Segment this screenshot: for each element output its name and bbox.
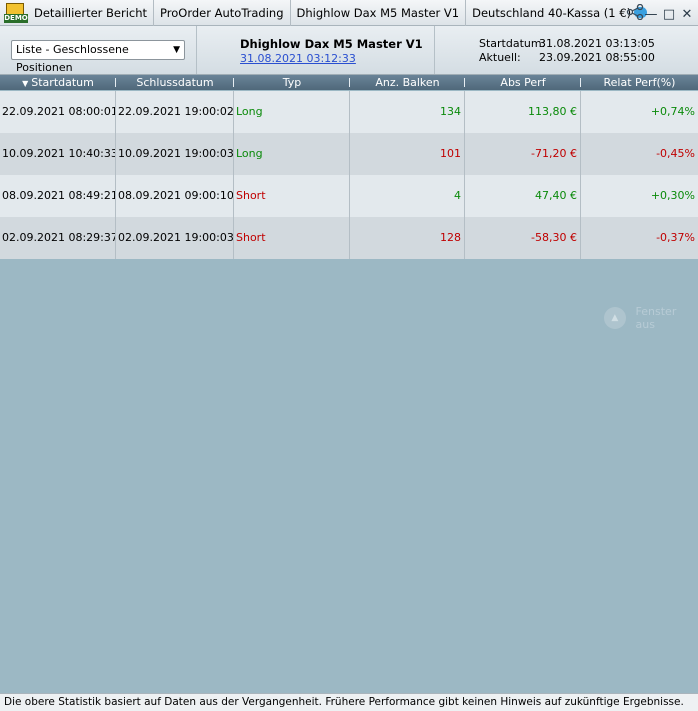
current-date-label: Aktuell: bbox=[479, 51, 521, 64]
cell-type: Short bbox=[234, 175, 350, 217]
tab-label: Dhighlow Dax M5 Master V1 bbox=[296, 5, 460, 20]
cell-bars: 4 bbox=[350, 175, 465, 217]
demo-icon: DEMO bbox=[4, 2, 28, 24]
sort-desc-icon: ▼ bbox=[22, 79, 29, 88]
window-controls: — □ ✕ bbox=[626, 3, 694, 25]
column-header-start[interactable]: ▼ Startdatum bbox=[0, 75, 116, 90]
chevron-down-icon: ▼ bbox=[173, 45, 180, 55]
title-bar: DEMO Detaillierter Bericht ProOrder Auto… bbox=[0, 0, 698, 26]
cell-rel-perf: +0,30% bbox=[650, 189, 695, 202]
list-type-value: Liste - Geschlossene Positionen bbox=[16, 43, 129, 74]
table-row[interactable]: 22.09.2021 08:00:01 22.09.2021 19:00:02 … bbox=[0, 91, 698, 133]
tab-proorder-autotrading[interactable]: ProOrder AutoTrading bbox=[154, 0, 291, 26]
positions-table: 22.09.2021 08:00:01 22.09.2021 19:00:02 … bbox=[0, 91, 698, 259]
cell-rel-perf: -0,37% bbox=[656, 231, 695, 244]
report-header: Liste - Geschlossene Positionen ▼ Dhighl… bbox=[0, 26, 698, 75]
cell-bars: 128 bbox=[350, 217, 465, 259]
cell-rel-perf: -0,45% bbox=[656, 147, 695, 160]
column-header-rel-perf[interactable]: Relat Perf(%) bbox=[581, 75, 698, 90]
start-date-row: Startdatum:31.08.2021 03:13:05 bbox=[479, 37, 655, 50]
tab-label: ProOrder AutoTrading bbox=[160, 5, 284, 20]
column-label: Schlussdatum bbox=[136, 76, 214, 89]
tab-system-name[interactable]: Dhighlow Dax M5 Master V1 bbox=[291, 0, 467, 26]
column-label: Anz. Balken bbox=[375, 76, 440, 89]
column-header-type[interactable]: Typ bbox=[234, 75, 350, 90]
tab-label: Deutschland 40-Kassa (1 €) bbox=[472, 5, 632, 20]
header-divider bbox=[434, 26, 435, 74]
cell-start: 08.09.2021 08:49:21 bbox=[0, 175, 116, 217]
cell-abs-perf: 47,40 € bbox=[465, 175, 581, 217]
column-label: Startdatum bbox=[31, 76, 94, 89]
maximize-icon[interactable]: □ bbox=[662, 7, 676, 23]
cell-end: 10.09.2021 19:00:03 bbox=[116, 133, 234, 175]
tab-label: Detaillierter Bericht bbox=[34, 5, 148, 20]
system-date-link[interactable]: 31.08.2021 03:12:33 bbox=[240, 52, 356, 65]
cell-start: 02.09.2021 08:29:37 bbox=[0, 217, 116, 259]
cell-abs-perf: -71,20 € bbox=[465, 133, 581, 175]
plus-icon: ▲ bbox=[604, 307, 626, 329]
minimize-icon[interactable]: — bbox=[644, 7, 658, 23]
current-date-row: Aktuell: 23.09.2021 08:55:00 bbox=[479, 51, 655, 64]
column-label: Abs Perf bbox=[500, 76, 546, 89]
share-icon[interactable] bbox=[626, 3, 644, 25]
table-row[interactable]: 08.09.2021 08:49:21 08.09.2021 09:00:10 … bbox=[0, 175, 698, 217]
cell-end: 22.09.2021 19:00:02 bbox=[116, 91, 234, 133]
tab-detailed-report[interactable]: Detaillierter Bericht bbox=[28, 0, 155, 26]
column-header-bars[interactable]: Anz. Balken bbox=[350, 75, 465, 90]
detach-window-button[interactable]: ▲ Fenster aus bbox=[604, 305, 698, 331]
table-row[interactable]: 02.09.2021 08:29:37 02.09.2021 19:00:03 … bbox=[0, 217, 698, 259]
column-label: Typ bbox=[282, 76, 302, 89]
table-header: ▼ Startdatum Schlussdatum Typ Anz. Balken… bbox=[0, 75, 698, 90]
cell-bars: 134 bbox=[350, 91, 465, 133]
cell-end: 08.09.2021 09:00:10 bbox=[116, 175, 234, 217]
current-date-value: 23.09.2021 08:55:00 bbox=[539, 51, 655, 64]
cell-type: Long bbox=[234, 133, 350, 175]
system-title: Dhighlow Dax M5 Master V1 bbox=[240, 37, 423, 51]
cell-start: 10.09.2021 10:40:33 bbox=[0, 133, 116, 175]
status-bar: Die obere Statistik basiert auf Daten au… bbox=[0, 693, 698, 711]
start-date-value: 31.08.2021 03:13:05 bbox=[539, 37, 655, 50]
cell-end: 02.09.2021 19:00:03 bbox=[116, 217, 234, 259]
list-type-select[interactable]: Liste - Geschlossene Positionen ▼ bbox=[11, 40, 185, 74]
cell-type: Short bbox=[234, 217, 350, 259]
column-label: Relat Perf(%) bbox=[603, 76, 676, 89]
cell-rel-perf: +0,74% bbox=[650, 105, 695, 118]
header-divider bbox=[196, 26, 197, 74]
cell-start: 22.09.2021 08:00:01 bbox=[0, 91, 116, 133]
demo-label: DEMO bbox=[4, 13, 28, 23]
cell-bars: 101 bbox=[350, 133, 465, 175]
close-icon[interactable]: ✕ bbox=[680, 7, 694, 23]
cell-type: Long bbox=[234, 91, 350, 133]
column-header-abs-perf[interactable]: Abs Perf bbox=[465, 75, 581, 90]
detach-window-label: Fenster aus bbox=[635, 305, 677, 331]
column-header-end[interactable]: Schlussdatum bbox=[116, 75, 234, 90]
table-row[interactable]: 10.09.2021 10:40:33 10.09.2021 19:00:03 … bbox=[0, 133, 698, 175]
cell-abs-perf: -58,30 € bbox=[465, 217, 581, 259]
start-date-label: Startdatum: bbox=[479, 37, 546, 50]
cell-abs-perf: 113,80 € bbox=[465, 91, 581, 133]
